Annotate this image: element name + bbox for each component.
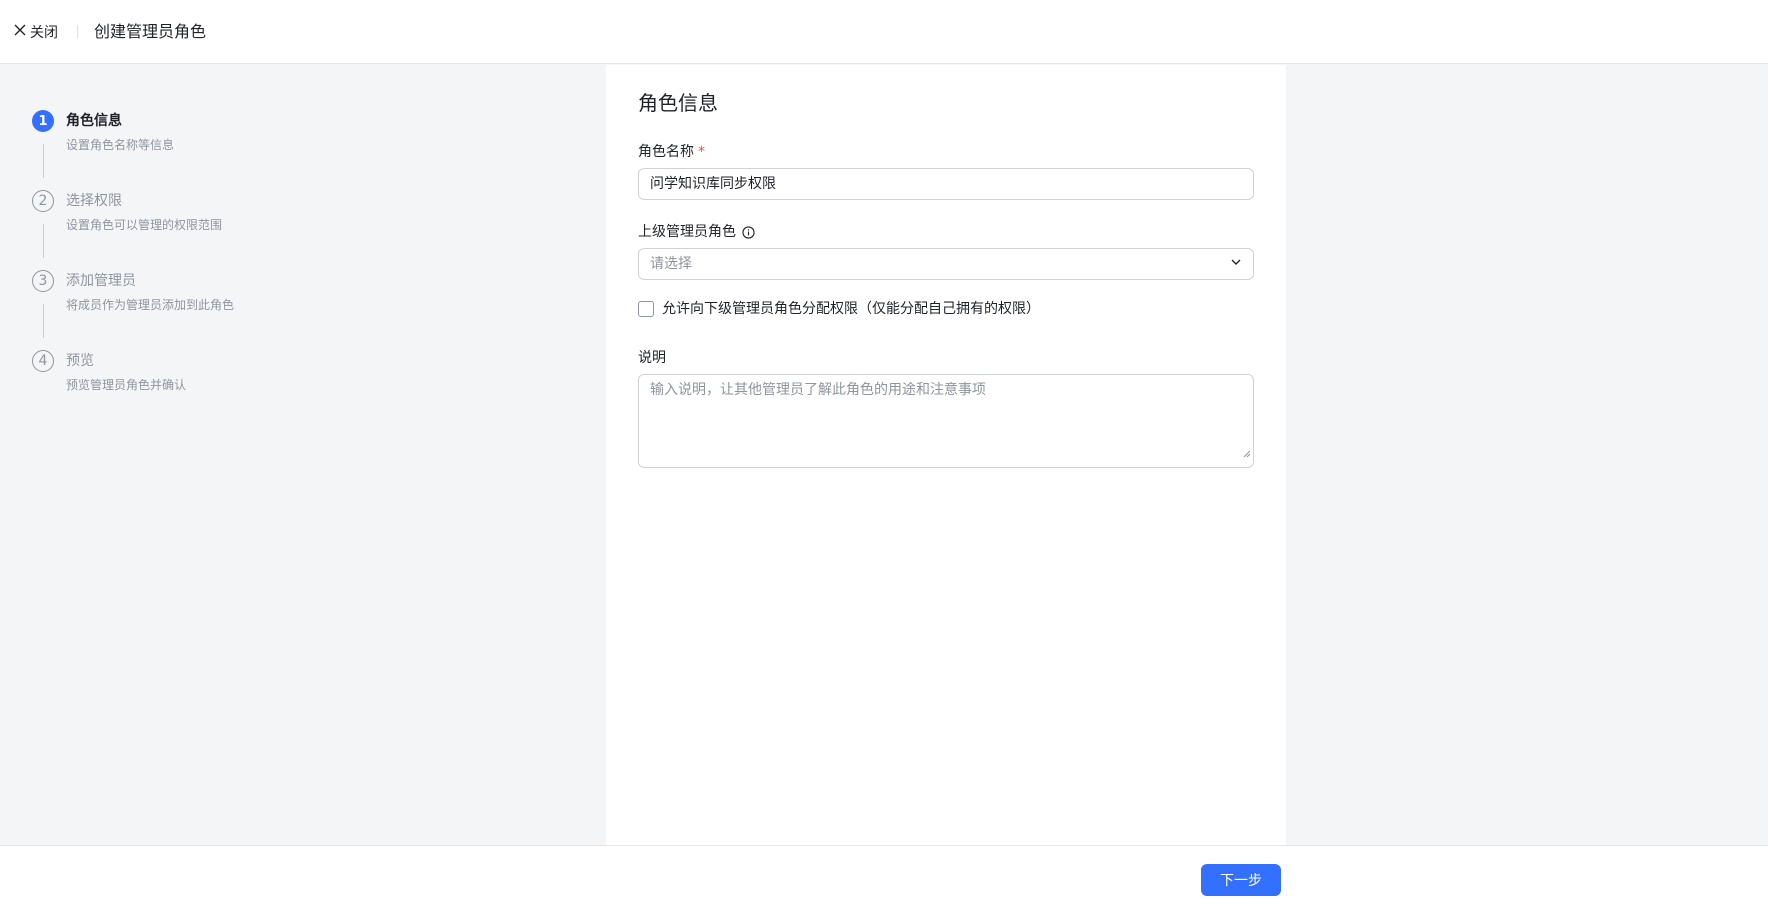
description-label: 说明 (638, 348, 666, 368)
step-number: 3 (32, 270, 54, 292)
allow-assign-checkbox[interactable] (638, 301, 654, 317)
footer-bar: 下一步 (0, 845, 1768, 904)
parent-role-select[interactable]: 请选择 (638, 248, 1254, 280)
chevron-down-icon (1230, 249, 1242, 279)
allow-assign-label: 允许向下级管理员角色分配权限（仅能分配自己拥有的权限） (662, 301, 1040, 317)
step-item-add-admins[interactable]: 3 添加管理员 将成员作为管理员添加到此角色 (32, 270, 552, 350)
info-icon[interactable] (742, 225, 755, 239)
close-icon (14, 24, 30, 40)
close-label: 关闭 (30, 25, 58, 41)
header-divider (77, 25, 78, 38)
role-name-label: 角色名称 * (638, 142, 705, 162)
step-list: 1 角色信息 设置角色名称等信息 2 选择权限 设置角色可以管理的权限范围 3 … (32, 110, 552, 430)
step-connector (43, 224, 44, 258)
description-placeholder: 输入说明，让其他管理员了解此角色的用途和注意事项 (650, 382, 986, 398)
description-textarea[interactable]: 输入说明，让其他管理员了解此角色的用途和注意事项 (638, 374, 1254, 468)
step-title: 预览 (66, 353, 94, 369)
select-placeholder: 请选择 (650, 256, 692, 272)
close-button[interactable]: 关闭 (14, 20, 58, 44)
allow-assign-option[interactable]: 允许向下级管理员角色分配权限（仅能分配自己拥有的权限） (638, 299, 1040, 319)
step-number: 4 (32, 350, 54, 372)
form-panel: 角色信息 角色名称 * 问学知识库同步权限 上级管理员角色 请选择 允许向下级管… (606, 65, 1286, 845)
step-item-permissions[interactable]: 2 选择权限 设置角色可以管理的权限范围 (32, 190, 552, 270)
section-title: 角色信息 (638, 91, 718, 115)
step-description: 设置角色可以管理的权限范围 (66, 218, 223, 232)
parent-role-label-text: 上级管理员角色 (638, 224, 736, 240)
step-title: 角色信息 (66, 113, 122, 129)
step-description: 将成员作为管理员添加到此角色 (66, 298, 235, 312)
step-description: 设置角色名称等信息 (66, 138, 175, 152)
step-number: 1 (32, 110, 54, 132)
step-title: 选择权限 (66, 193, 122, 209)
step-connector (43, 304, 44, 338)
role-name-label-text: 角色名称 (638, 144, 694, 160)
step-title: 添加管理员 (66, 273, 136, 289)
resize-handle-icon[interactable] (1243, 443, 1251, 465)
step-description: 预览管理员角色并确认 (66, 378, 187, 392)
required-mark: * (698, 144, 705, 160)
step-item-preview[interactable]: 4 预览 预览管理员角色并确认 (32, 350, 552, 430)
step-number: 2 (32, 190, 54, 212)
top-bar: 关闭 创建管理员角色 (0, 0, 1768, 64)
page-title: 创建管理员角色 (94, 22, 207, 41)
description-label-text: 说明 (638, 350, 666, 366)
role-name-input[interactable]: 问学知识库同步权限 (638, 168, 1254, 200)
parent-role-label: 上级管理员角色 (638, 222, 755, 242)
next-step-button[interactable]: 下一步 (1201, 864, 1281, 896)
step-item-role-info[interactable]: 1 角色信息 设置角色名称等信息 (32, 110, 552, 190)
step-connector (43, 144, 44, 178)
